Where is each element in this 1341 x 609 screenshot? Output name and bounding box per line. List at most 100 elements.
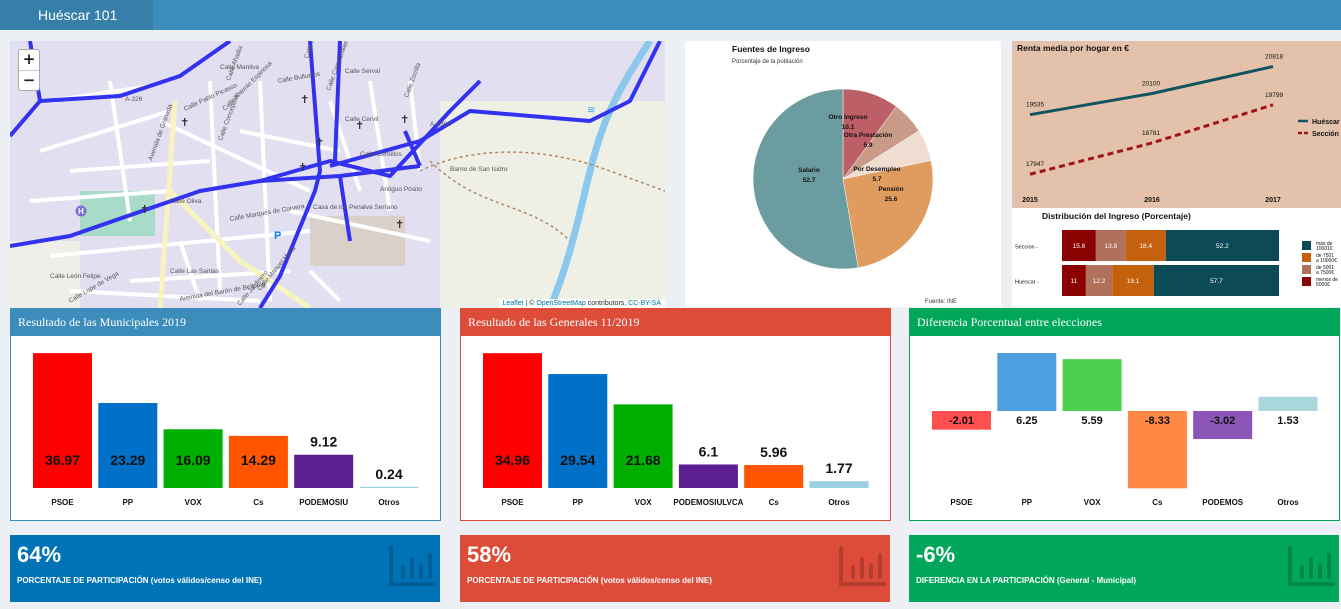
leaflet-map[interactable]: ✝ ✝ ✝ ✝ ✝ ✝ ✝ ✝ H P ≋ Calle Manilva Calle Bulluelos C… bbox=[10, 41, 665, 308]
distribucion-value: 19.1 bbox=[1127, 278, 1140, 285]
bar-category-label: PP bbox=[122, 498, 133, 507]
road-label: Antiguo Pósito bbox=[380, 186, 422, 193]
road-label: A-326 bbox=[125, 96, 143, 103]
license-link[interactable]: CC-BY-SA bbox=[628, 300, 661, 307]
bar-category-label: PSOE bbox=[501, 498, 524, 507]
app-title[interactable]: Huéscar 101 bbox=[0, 0, 153, 30]
renta-value: 19799 bbox=[1265, 92, 1283, 99]
renta-legend-huescar: Huéscar bbox=[1312, 119, 1340, 126]
bar-category-label: PODEMOS bbox=[1202, 498, 1244, 507]
bar-podemosiulvca bbox=[678, 464, 738, 488]
church-icon: ✝ bbox=[315, 136, 324, 149]
zoom-control: + − bbox=[18, 49, 40, 91]
bar-category-label: VOX bbox=[1084, 498, 1102, 507]
pie-value-pension: 25.6 bbox=[885, 196, 898, 203]
pie-value-otro-ingreso: 10.1 bbox=[842, 124, 855, 131]
bar-value: 34.96 bbox=[495, 452, 530, 468]
distribucion-row-label: Seccion - bbox=[1015, 245, 1038, 251]
pie-label-otro-ingreso: Otro Ingreso bbox=[828, 114, 867, 121]
bar-value: 23.29 bbox=[110, 452, 145, 468]
bar-value: 5.59 bbox=[1081, 415, 1102, 427]
church-icon: ✝ bbox=[300, 93, 309, 106]
road-label: Calle Oliva bbox=[170, 198, 202, 205]
general-turnout-value: 58% bbox=[467, 542, 512, 567]
bar-category-label: VOX bbox=[635, 498, 653, 507]
bar-category-label: Cs bbox=[769, 498, 780, 507]
road-label: Calle Las Santas bbox=[170, 268, 220, 275]
bar-pp bbox=[548, 374, 608, 488]
renta-year-2015: 2015 bbox=[1022, 197, 1038, 204]
pie-label-salario: Salario bbox=[798, 167, 820, 174]
church-icon: ✝ bbox=[395, 218, 404, 231]
leaflet-link[interactable]: Leaflet bbox=[503, 300, 524, 307]
bar-vox bbox=[613, 404, 673, 488]
turnout-difference-label: DIFERENCIA EN LA PARTICIPACIÓN (General … bbox=[916, 576, 1137, 585]
bar-category-label: PP bbox=[572, 498, 583, 507]
zoom-in-button[interactable]: + bbox=[19, 50, 39, 70]
renta-value: 20100 bbox=[1142, 81, 1160, 88]
bar-vox bbox=[1062, 359, 1122, 411]
distribucion-value: 57.7 bbox=[1210, 278, 1223, 285]
pie-value-otra-prestacion: 5.9 bbox=[863, 142, 872, 149]
bar-category-label: Otros bbox=[1277, 498, 1299, 507]
bar-value: 1.77 bbox=[825, 460, 852, 476]
zoom-out-button[interactable]: − bbox=[19, 70, 39, 90]
renta-title: Renta media por hogar en € bbox=[1017, 43, 1129, 53]
bar-otros bbox=[1258, 396, 1318, 411]
bar-value: -8.33 bbox=[1145, 415, 1170, 427]
bar-category-label: PODEMOSIU bbox=[299, 498, 348, 507]
municipal-turnout-box: 64% PORCENTAJE DE PARTICIPACIÓN (votos v… bbox=[10, 535, 440, 602]
distribucion-legend-text: 10001€ bbox=[1316, 246, 1333, 252]
renta-value: 18781 bbox=[1142, 130, 1160, 137]
bar-chart-icon bbox=[389, 546, 436, 586]
pie-value-salario: 52.7 bbox=[803, 177, 816, 184]
general-results-box: Resultado de las Generales 11/2019 34.96… bbox=[460, 308, 891, 521]
municipal-results-title: Resultado de las Municipales 2019 bbox=[11, 309, 440, 336]
distribucion-value: 11 bbox=[1071, 278, 1078, 285]
municipal-results-chart: 36.97 PSOE 23.29 PP 16.09 VOX 14.29 Cs 9.12 PODEM… bbox=[33, 353, 419, 507]
bar-podemosiu bbox=[294, 454, 354, 488]
bar-category-label: PODEMOSIULVCA bbox=[673, 498, 743, 507]
distribucion-value: 12.2 bbox=[1093, 278, 1106, 285]
road-label: Casa de los Penalva Serrano bbox=[313, 204, 398, 211]
distribucion-value: 52.2 bbox=[1216, 243, 1229, 250]
renta-value: 19535 bbox=[1026, 102, 1044, 109]
distribucion-legend-text: 5000€ bbox=[1316, 282, 1330, 288]
road-label: Calle Manilva bbox=[220, 64, 259, 71]
difference-chart: -2.01 PSOE 6.25 PP 5.59 VOX -8.33 Cs -3.02 PODEMO… bbox=[932, 353, 1318, 507]
bar-pp bbox=[98, 403, 158, 488]
municipal-turnout-label: PORCENTAJE DE PARTICIPACIÓN (votos válid… bbox=[17, 576, 262, 585]
bar-value: 14.29 bbox=[241, 452, 276, 468]
bar-category-label: VOX bbox=[185, 498, 203, 507]
bar-value: 0.24 bbox=[375, 466, 402, 482]
water-icon: ≋ bbox=[587, 105, 595, 116]
bar-category-label: PP bbox=[1021, 498, 1032, 507]
income-sources-panel: Fuentes de Ingreso Porcentaje de la pobla… bbox=[685, 41, 1001, 307]
map-fields bbox=[440, 101, 665, 308]
renta-line-chart: Renta media por hogar en € 2015 2016 2017 19… bbox=[1015, 43, 1340, 296]
bar-category-label: Otros bbox=[378, 498, 400, 507]
bar-otros bbox=[359, 486, 419, 488]
income-panel: Renta media por hogar en € 2015 2016 2017 19… bbox=[1012, 41, 1341, 307]
osm-link[interactable]: OpenStreetMap bbox=[536, 300, 585, 307]
general-results-chart: 34.96 PSOE 29.54 PP 21.68 VOX 6.1 PODEMOSIULVCA… bbox=[483, 353, 869, 507]
parking-icon: P bbox=[274, 230, 281, 242]
bar-otros bbox=[809, 481, 869, 488]
distribucion-title: Distribución del Ingreso (Porcentaje) bbox=[1042, 211, 1191, 221]
distribucion-legend-swatch bbox=[1302, 241, 1311, 250]
turnout-difference-box: -6% DIFERENCIA EN LA PARTICIPACIÓN (Gene… bbox=[909, 535, 1339, 602]
municipal-results-box: Resultado de las Municipales 2019 36.97 P… bbox=[10, 308, 441, 521]
bar-value: 6.25 bbox=[1016, 415, 1037, 427]
distribucion-row-label: Huescar - bbox=[1015, 280, 1039, 286]
pie-slice-pension bbox=[842, 160, 934, 268]
pie-label-por-desempleo: Por Desempleo bbox=[853, 166, 900, 173]
bar-value: 1.53 bbox=[1277, 415, 1298, 427]
renta-line-huescar bbox=[1029, 65, 1274, 117]
road-label: Calle León Felipe bbox=[50, 273, 101, 280]
bar-category-label: PSOE bbox=[950, 498, 973, 507]
general-turnout-label: PORCENTAJE DE PARTICIPACIÓN (votos válid… bbox=[467, 576, 712, 585]
pie-label-otra-prestacion: Otra Prestación bbox=[844, 132, 892, 139]
church-icon: ✝ bbox=[400, 113, 409, 126]
map-tiles[interactable]: ✝✝✝ ✝✝✝✝✝HP≋Calle ManilvaCalle Bulluelos C… bbox=[10, 41, 665, 308]
church-icon: ✝ bbox=[140, 203, 149, 216]
